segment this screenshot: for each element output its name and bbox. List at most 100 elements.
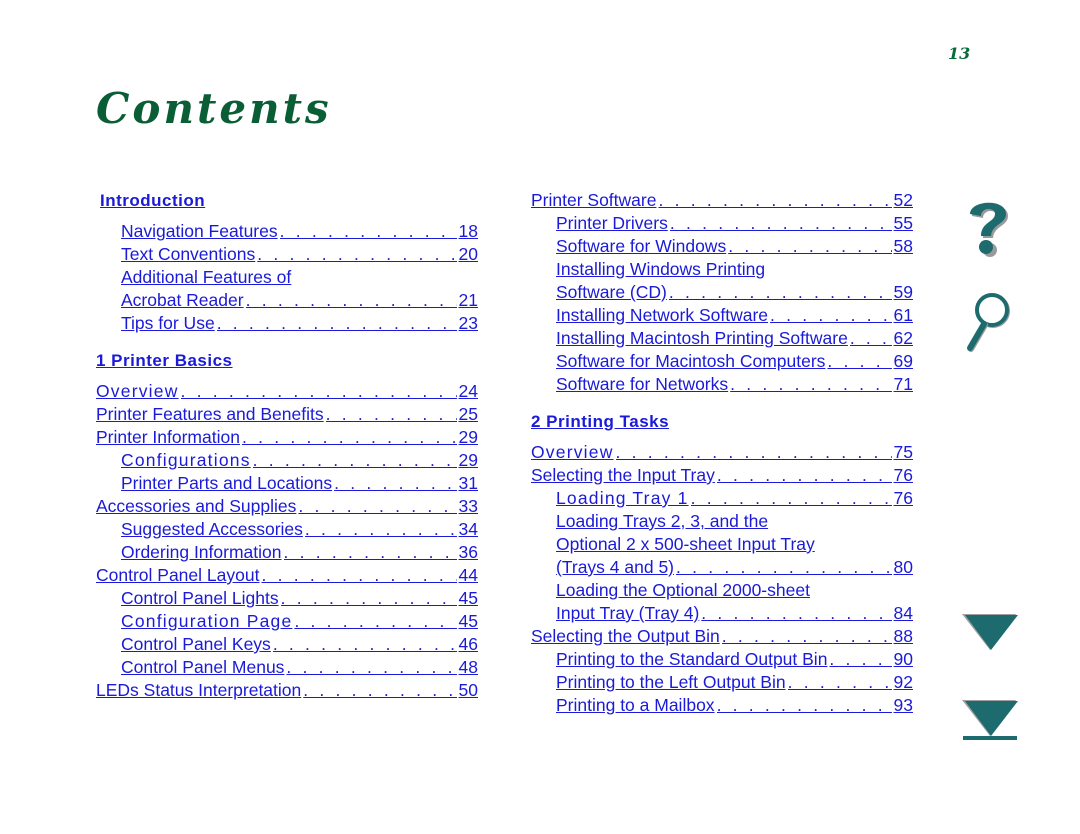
toc-entry[interactable]: Additional Features of bbox=[96, 266, 478, 289]
search-icon[interactable] bbox=[962, 288, 1018, 359]
toc-entry-label[interactable]: Configurations bbox=[121, 449, 251, 472]
toc-entry[interactable]: Navigation Features . . . . . . . . . . … bbox=[96, 220, 478, 243]
toc-entry-label[interactable]: Software (CD) bbox=[556, 281, 667, 304]
section-heading[interactable]: 1 Printer Basics bbox=[96, 349, 233, 372]
toc-page-number[interactable]: 33 bbox=[459, 495, 478, 518]
toc-page-number[interactable]: 45 bbox=[459, 610, 478, 633]
toc-page-number[interactable]: 18 bbox=[459, 220, 478, 243]
toc-entry-label[interactable]: Software for Macintosh Computers bbox=[556, 350, 825, 373]
toc-entry-label[interactable]: Software for Networks bbox=[556, 373, 728, 396]
toc-entry[interactable]: Installing Network Software . . . . . . … bbox=[531, 304, 913, 327]
toc-entry[interactable]: Printing to a Mailbox . . . . . . . . . … bbox=[531, 694, 913, 717]
toc-entry-label[interactable]: Printer Drivers bbox=[556, 212, 668, 235]
toc-entry-label[interactable]: Control Panel Layout bbox=[96, 564, 259, 587]
toc-page-number[interactable]: 25 bbox=[459, 403, 478, 426]
toc-page-number[interactable]: 21 bbox=[459, 289, 478, 312]
toc-entry[interactable]: Loading Trays 2, 3, and the bbox=[531, 510, 913, 533]
toc-entry-label[interactable]: Navigation Features bbox=[121, 220, 278, 243]
toc-entry-label[interactable]: Tips for Use bbox=[121, 312, 215, 335]
toc-entry[interactable]: Software (CD) . . . . . . . . . . . . . … bbox=[531, 281, 913, 304]
toc-page-number[interactable]: 80 bbox=[894, 556, 913, 579]
toc-entry[interactable]: Suggested Accessories . . . . . . . . . … bbox=[96, 518, 478, 541]
toc-entry-label[interactable]: Software for Windows bbox=[556, 235, 726, 258]
toc-entry[interactable]: Software for Networks . . . . . . . . . … bbox=[531, 373, 913, 396]
toc-page-number[interactable]: 62 bbox=[894, 327, 913, 350]
toc-page-number[interactable]: 75 bbox=[894, 441, 913, 464]
toc-entry[interactable]: Input Tray (Tray 4) . . . . . . . . . . … bbox=[531, 602, 913, 625]
toc-entry-label[interactable]: Printing to a Mailbox bbox=[556, 694, 715, 717]
toc-entry[interactable]: Control Panel Menus . . . . . . . . . . … bbox=[96, 656, 478, 679]
toc-entry-label[interactable]: LEDs Status Interpretation bbox=[96, 679, 301, 702]
toc-page-number[interactable]: 58 bbox=[894, 235, 913, 258]
toc-page-number[interactable]: 36 bbox=[459, 541, 478, 564]
toc-page-number[interactable]: 52 bbox=[894, 189, 913, 212]
next-page-icon[interactable] bbox=[960, 612, 1020, 659]
toc-entry-label[interactable]: Loading Trays 2, 3, and the bbox=[556, 510, 768, 533]
toc-entry[interactable]: Printer Drivers . . . . . . . . . . . . … bbox=[531, 212, 913, 235]
toc-entry-label[interactable]: Loading the Optional 2000-sheet bbox=[556, 579, 810, 602]
toc-entry-label[interactable]: Text Conventions bbox=[121, 243, 255, 266]
toc-entry[interactable]: Printing to the Left Output Bin . . . . … bbox=[531, 671, 913, 694]
toc-entry-label[interactable]: Control Panel Menus bbox=[121, 656, 284, 679]
toc-entry[interactable]: Ordering Information . . . . . . . . . .… bbox=[96, 541, 478, 564]
toc-page-number[interactable]: 59 bbox=[894, 281, 913, 304]
toc-page-number[interactable]: 76 bbox=[894, 464, 913, 487]
toc-entry-label[interactable]: Printing to the Standard Output Bin bbox=[556, 648, 827, 671]
toc-entry-label[interactable]: Suggested Accessories bbox=[121, 518, 303, 541]
toc-entry-label[interactable]: Additional Features of bbox=[121, 266, 291, 289]
toc-entry-label[interactable]: Installing Network Software bbox=[556, 304, 768, 327]
toc-page-number[interactable]: 76 bbox=[894, 487, 913, 510]
toc-entry[interactable]: Overview . . . . . . . . . . . . . . . .… bbox=[531, 441, 913, 464]
toc-page-number[interactable]: 20 bbox=[459, 243, 478, 266]
toc-entry-label[interactable]: Printer Parts and Locations bbox=[121, 472, 332, 495]
toc-entry[interactable]: LEDs Status Interpretation . . . . . . .… bbox=[96, 679, 478, 702]
toc-entry-label[interactable]: Control Panel Keys bbox=[121, 633, 271, 656]
toc-entry[interactable]: Accessories and Supplies . . . . . . . .… bbox=[96, 495, 478, 518]
toc-page-number[interactable]: 69 bbox=[894, 350, 913, 373]
toc-entry-label[interactable]: Ordering Information bbox=[121, 541, 282, 564]
toc-entry[interactable]: Control Panel Layout . . . . . . . . . .… bbox=[96, 564, 478, 587]
toc-entry[interactable]: Printer Parts and Locations . . . . . . … bbox=[96, 472, 478, 495]
last-page-icon[interactable] bbox=[960, 698, 1020, 749]
toc-entry-label[interactable]: Loading Tray 1 bbox=[556, 487, 689, 510]
toc-entry-label[interactable]: Accessories and Supplies bbox=[96, 495, 296, 518]
toc-entry[interactable]: Software for Windows . . . . . . . . . .… bbox=[531, 235, 913, 258]
toc-entry[interactable]: Optional 2 x 500-sheet Input Tray bbox=[531, 533, 913, 556]
toc-entry[interactable]: Printer Features and Benefits . . . . . … bbox=[96, 403, 478, 426]
toc-entry[interactable]: Printer Software . . . . . . . . . . . .… bbox=[531, 189, 913, 212]
toc-entry[interactable]: Selecting the Input Tray . . . . . . . .… bbox=[531, 464, 913, 487]
toc-page-number[interactable]: 23 bbox=[459, 312, 478, 335]
toc-page-number[interactable]: 92 bbox=[894, 671, 913, 694]
toc-entry[interactable]: Printer Information . . . . . . . . . . … bbox=[96, 426, 478, 449]
toc-entry-label[interactable]: Printer Software bbox=[531, 189, 656, 212]
toc-entry-label[interactable]: Acrobat Reader bbox=[121, 289, 244, 312]
toc-page-number[interactable]: 29 bbox=[459, 426, 478, 449]
toc-entry[interactable]: Software for Macintosh Computers . . . .… bbox=[531, 350, 913, 373]
toc-entry-label[interactable]: Optional 2 x 500-sheet Input Tray bbox=[556, 533, 815, 556]
toc-entry[interactable]: (Trays 4 and 5) . . . . . . . . . . . . … bbox=[531, 556, 913, 579]
help-icon[interactable] bbox=[962, 196, 1014, 263]
toc-entry-label[interactable]: Overview bbox=[96, 380, 179, 403]
toc-entry[interactable]: Text Conventions . . . . . . . . . . . .… bbox=[96, 243, 478, 266]
toc-page-number[interactable]: 45 bbox=[459, 587, 478, 610]
toc-page-number[interactable]: 29 bbox=[459, 449, 478, 472]
toc-entry[interactable]: Configuration Page . . . . . . . . . . .… bbox=[96, 610, 478, 633]
toc-page-number[interactable]: 44 bbox=[459, 564, 478, 587]
toc-entry[interactable]: Tips for Use . . . . . . . . . . . . . .… bbox=[96, 312, 478, 335]
toc-entry-label[interactable]: Printer Features and Benefits bbox=[96, 403, 324, 426]
toc-page-number[interactable]: 90 bbox=[894, 648, 913, 671]
toc-entry[interactable]: Configurations . . . . . . . . . . . . .… bbox=[96, 449, 478, 472]
toc-entry[interactable]: Control Panel Lights . . . . . . . . . .… bbox=[96, 587, 478, 610]
toc-entry[interactable]: Installing Windows Printing bbox=[531, 258, 913, 281]
toc-entry[interactable]: Loading the Optional 2000-sheet bbox=[531, 579, 913, 602]
toc-entry[interactable]: Overview . . . . . . . . . . . . . . . .… bbox=[96, 380, 478, 403]
toc-entry-label[interactable]: Selecting the Input Tray bbox=[531, 464, 715, 487]
toc-entry[interactable]: Selecting the Output Bin . . . . . . . .… bbox=[531, 625, 913, 648]
toc-entry-label[interactable]: Input Tray (Tray 4) bbox=[556, 602, 699, 625]
toc-entry-label[interactable]: Overview bbox=[531, 441, 614, 464]
toc-page-number[interactable]: 55 bbox=[894, 212, 913, 235]
toc-page-number[interactable]: 31 bbox=[459, 472, 478, 495]
toc-entry-label[interactable]: Printing to the Left Output Bin bbox=[556, 671, 786, 694]
toc-page-number[interactable]: 61 bbox=[894, 304, 913, 327]
toc-entry[interactable]: Installing Macintosh Printing Software .… bbox=[531, 327, 913, 350]
